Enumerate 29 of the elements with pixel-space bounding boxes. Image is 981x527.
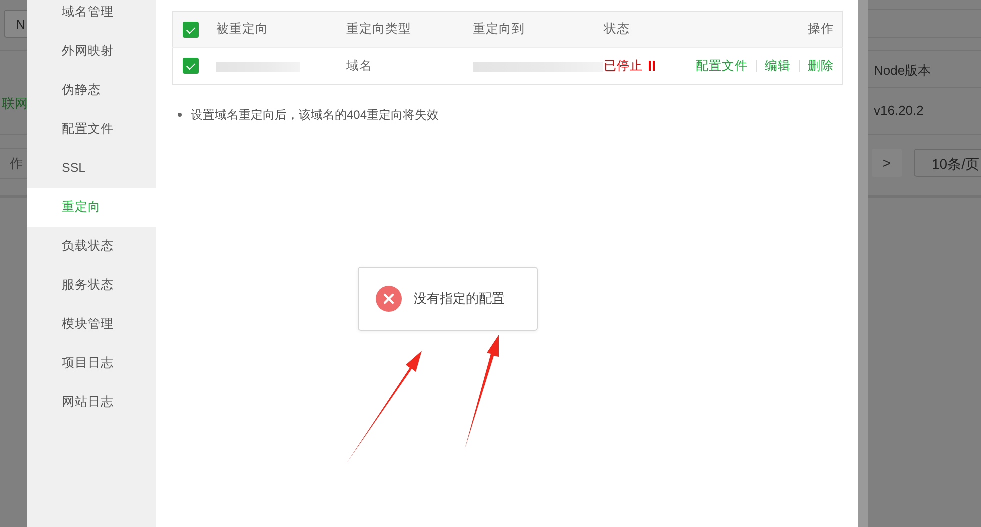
checkbox[interactable] [183, 58, 199, 74]
sidebar-item[interactable]: 配置文件 [27, 110, 156, 149]
sidebar-item[interactable]: SSL [27, 149, 156, 188]
error-icon [376, 286, 402, 312]
background-column-header: Node版本 [874, 62, 932, 80]
checkbox[interactable] [183, 22, 199, 38]
background-column-header: 作 [10, 155, 23, 173]
sidebar-item[interactable]: 模块管理 [27, 305, 156, 344]
sidebar-item[interactable]: 伪静态 [27, 71, 156, 110]
column-header: 被重定向 [216, 22, 268, 36]
sidebar-item[interactable]: 负载状态 [27, 227, 156, 266]
status-text: 已停止 [604, 58, 644, 72]
background-table-cell: v16.20.2 [874, 103, 924, 118]
action-link[interactable]: 删除 [808, 58, 834, 72]
column-header: 重定向到 [473, 22, 526, 36]
background-page-size: 10条/页 [914, 149, 981, 177]
sidebar-item[interactable]: 服务状态 [27, 266, 156, 305]
pause-icon [649, 61, 656, 72]
column-header: 重定向类型 [346, 22, 412, 36]
column-header: 操作 [808, 22, 834, 36]
table-cell: 域名 [346, 58, 372, 72]
sidebar-item[interactable]: 网站日志 [27, 383, 156, 422]
sidebar-item[interactable]: 项目日志 [27, 344, 156, 383]
sidebar-item[interactable]: 外网映射 [27, 32, 156, 71]
bullet-icon [178, 113, 182, 117]
note-text: 设置域名重定向后，该域名的404重定向将失效 [191, 107, 440, 124]
column-header: 状态 [604, 22, 630, 36]
toast-message: 没有指定的配置 [414, 290, 505, 308]
sidebar-item[interactable]: 域名管理 [27, 0, 156, 32]
